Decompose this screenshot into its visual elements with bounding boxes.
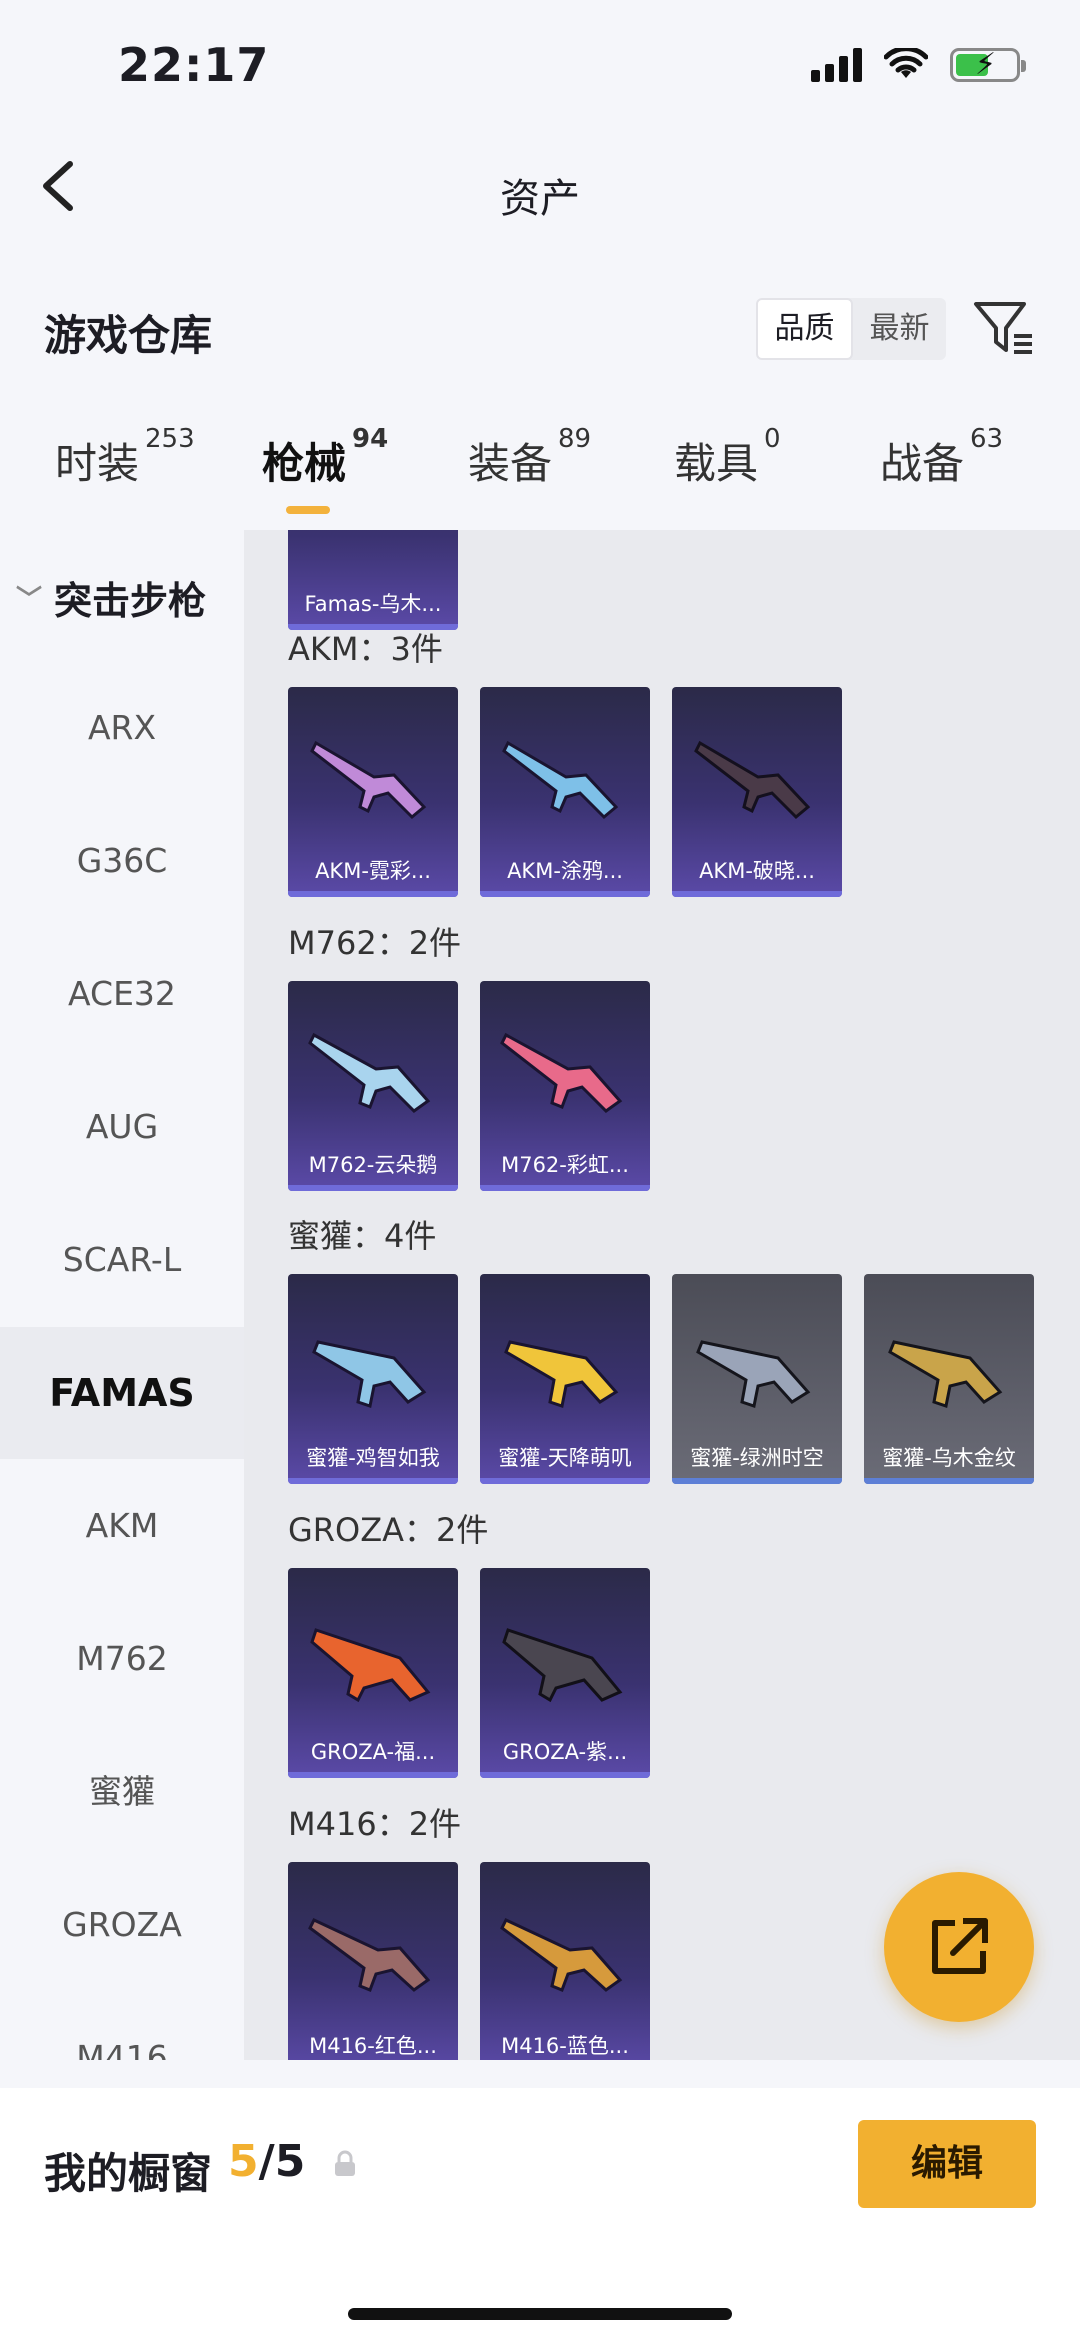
weapon-card[interactable]: M416-红色... [288,1862,458,2060]
page-title: 资产 [500,176,580,222]
weapon-card[interactable]: 蜜獾-乌木金纹 [864,1274,1034,1484]
sidebar-item-aug[interactable]: AUG [0,1061,244,1193]
weapon-card-label: 蜜獾-乌木金纹 [882,1446,1016,1470]
group-title-groza: GROZA：2件 [288,1511,489,1549]
bullpup-icon [502,1628,623,1703]
weapon-card-label: AKM-霓彩... [315,859,431,883]
weapon-card-label: M762-云朵鹅 [308,1153,438,1177]
share-icon [932,1918,988,1974]
edit-button[interactable]: 编辑 [858,2120,1036,2208]
weapon-card-label: 蜜獾-鸡智如我 [306,1446,440,1470]
weapon-card[interactable]: GROZA-福... [288,1568,458,1778]
sidebar-category-label: 突击步枪 [54,579,207,623]
weapon-card[interactable]: 蜜獾-天降萌叽 [480,1274,650,1484]
weapon-card[interactable]: Famas-乌木... [288,530,458,630]
rifle-icon [500,1918,623,1992]
weapon-card[interactable]: M762-彩虹... [480,981,650,1191]
status-bar: 22:17 ⚡ [0,0,1080,130]
tab-equipment[interactable]: 装备 89 [468,424,591,491]
category-tabs: 时装 253 枪械 94 装备 89 载具 0 战备 63 [0,424,1080,520]
sort-toggle: 品质 最新 [756,298,946,360]
filter-icon[interactable] [972,296,1036,360]
weapon-card[interactable]: 蜜獾-绿洲时空 [672,1274,842,1484]
status-icons: ⚡ [811,47,1026,82]
sidebar-item-ace32[interactable]: ACE32 [0,928,244,1060]
weapon-card-label: 蜜獾-绿洲时空 [690,1446,824,1470]
tab-weapons[interactable]: 枪械 94 [262,424,388,514]
nav-bar: 资产 [0,130,1080,250]
showcase-count: 5/5 [228,2136,306,2187]
weapon-grid: Famas-乌木... AKM：3件 AKM-霓彩... AKM-涂鸦... A… [244,530,1080,2060]
group-title-akm: AKM：3件 [288,630,443,668]
rifle-icon [500,1032,623,1113]
tab-vehicles[interactable]: 载具 0 [674,424,781,491]
rifle-icon [308,1032,431,1113]
weapon-card-label: 蜜獾-天降萌叽 [498,1446,632,1470]
rifle-icon [310,740,427,820]
sidebar-item-arx[interactable]: ARX [0,662,244,794]
tab-fashion[interactable]: 时装 253 [55,424,195,491]
sidebar-item-scar-l[interactable]: SCAR-L [0,1194,244,1326]
sort-option-latest[interactable]: 最新 [853,298,946,360]
rifle-icon [694,740,811,820]
weapon-card-label: AKM-涂鸦... [507,859,623,883]
lock-icon [335,2150,355,2176]
smg-icon [696,1340,811,1408]
warehouse-title: 游戏仓库 [44,311,213,360]
weapon-card[interactable]: M416-蓝色... [480,1862,650,2060]
group-title-honey-badger: 蜜獾：4件 [288,1217,437,1255]
weapon-card[interactable]: M762-云朵鹅 [288,981,458,1191]
tab-supplies[interactable]: 战备 63 [880,424,1003,491]
weapon-card-label: M416-红色... [309,2034,437,2058]
sidebar-item-famas[interactable]: FAMAS [0,1327,244,1459]
weapon-card[interactable]: AKM-霓彩... [288,687,458,897]
group-title-m762: M762：2件 [288,924,462,962]
weapon-card-label: GROZA-福... [310,1740,436,1764]
battery-icon: ⚡ [950,47,1026,82]
rifle-icon [308,1918,431,1992]
sidebar-item-honey-badger[interactable]: 蜜獾 [0,1726,244,1858]
sidebar-category[interactable]: ﹀ 突击步枪 [16,570,206,625]
weapon-card-label: M416-蓝色... [501,2034,629,2058]
weapon-card-label: GROZA-紫... [502,1740,628,1764]
bullpup-icon [310,1628,431,1703]
weapon-type-sidebar: ﹀ 突击步枪 ARX G36C ACE32 AUG SCAR-L FAMAS A… [0,530,244,2060]
home-indicator [348,2308,732,2320]
share-button[interactable] [884,1872,1034,2022]
sort-option-quality[interactable]: 品质 [756,298,853,360]
weapon-card[interactable]: 蜜獾-鸡智如我 [288,1274,458,1484]
wifi-icon [884,48,928,78]
smg-icon [312,1340,427,1408]
rifle-icon [502,740,619,820]
smg-icon [888,1340,1003,1408]
weapon-card-label: Famas-乌木... [304,592,442,616]
sidebar-item-akm[interactable]: AKM [0,1460,244,1592]
sidebar-item-m416[interactable]: M416 [0,1992,244,2060]
chevron-down-icon: ﹀ [16,585,43,615]
smg-icon [504,1340,619,1408]
weapon-card[interactable]: AKM-涂鸦... [480,687,650,897]
status-time: 22:17 [118,38,270,92]
weapon-card[interactable]: AKM-破晓... [672,687,842,897]
sidebar-item-m762[interactable]: M762 [0,1593,244,1725]
sidebar-item-groza[interactable]: GROZA [0,1859,244,1991]
tab-underline [286,506,330,514]
signal-icon [811,48,862,82]
weapon-card-label: M762-彩虹... [501,1153,629,1177]
sidebar-item-g36c[interactable]: G36C [0,795,244,927]
showcase-bar: 我的橱窗 5/5 编辑 [0,2088,1080,2337]
group-title-m416: M416：2件 [288,1805,462,1843]
weapon-card[interactable]: GROZA-紫... [480,1568,650,1778]
weapon-card-label: AKM-破晓... [699,859,815,883]
showcase-label: 我的橱窗 [44,2149,213,2198]
